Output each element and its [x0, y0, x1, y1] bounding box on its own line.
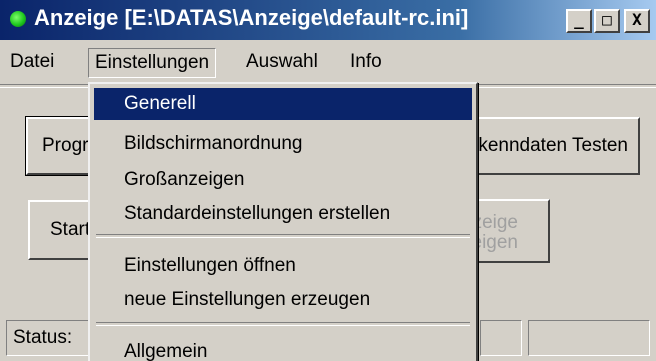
application-window: Anzeige [E:\DATAS\Anzeige\default-rc.ini… — [0, 0, 656, 361]
status-panel-3 — [528, 320, 650, 356]
menu-separator-2 — [96, 322, 470, 326]
close-button[interactable]: X — [624, 9, 650, 33]
menu-item-standardeinstellungen-erstellen[interactable]: Standardeinstellungen erstellen — [94, 198, 472, 230]
title-bar[interactable]: Anzeige [E:\DATAS\Anzeige\default-rc.ini… — [0, 0, 656, 40]
menu-bar: Datei Einstellungen Auswahl Info — [0, 42, 656, 82]
menu-item-neue-einstellungen-erzeugen[interactable]: neue Einstellungen erzeugen — [94, 284, 472, 316]
menu-einstellungen[interactable]: Einstellungen — [88, 48, 217, 78]
app-status-icon — [10, 11, 26, 27]
menu-item-allgemein[interactable]: Allgemein — [94, 336, 472, 361]
menu-item-bildschirmanordnung[interactable]: Bildschirmanordnung — [94, 128, 472, 160]
menu-auswahl[interactable]: Auswahl — [240, 48, 324, 76]
status-panel-2 — [480, 320, 522, 356]
menu-item-einstellungen-oeffnen[interactable]: Einstellungen öffnen — [94, 250, 472, 282]
menu-item-grossanzeigen[interactable]: Großanzeigen — [94, 164, 472, 196]
menu-info[interactable]: Info — [344, 48, 388, 76]
maximize-button[interactable]: □ — [594, 9, 620, 33]
einstellungen-dropdown: Generell Bildschirmanordnung Großanzeige… — [88, 82, 478, 361]
menu-item-generell[interactable]: Generell — [94, 88, 472, 120]
menu-datei[interactable]: Datei — [4, 48, 60, 76]
minimize-button[interactable]: _ — [566, 9, 592, 33]
window-title: Anzeige [E:\DATAS\Anzeige\default-rc.ini… — [34, 5, 469, 30]
menu-separator-1 — [96, 234, 470, 238]
